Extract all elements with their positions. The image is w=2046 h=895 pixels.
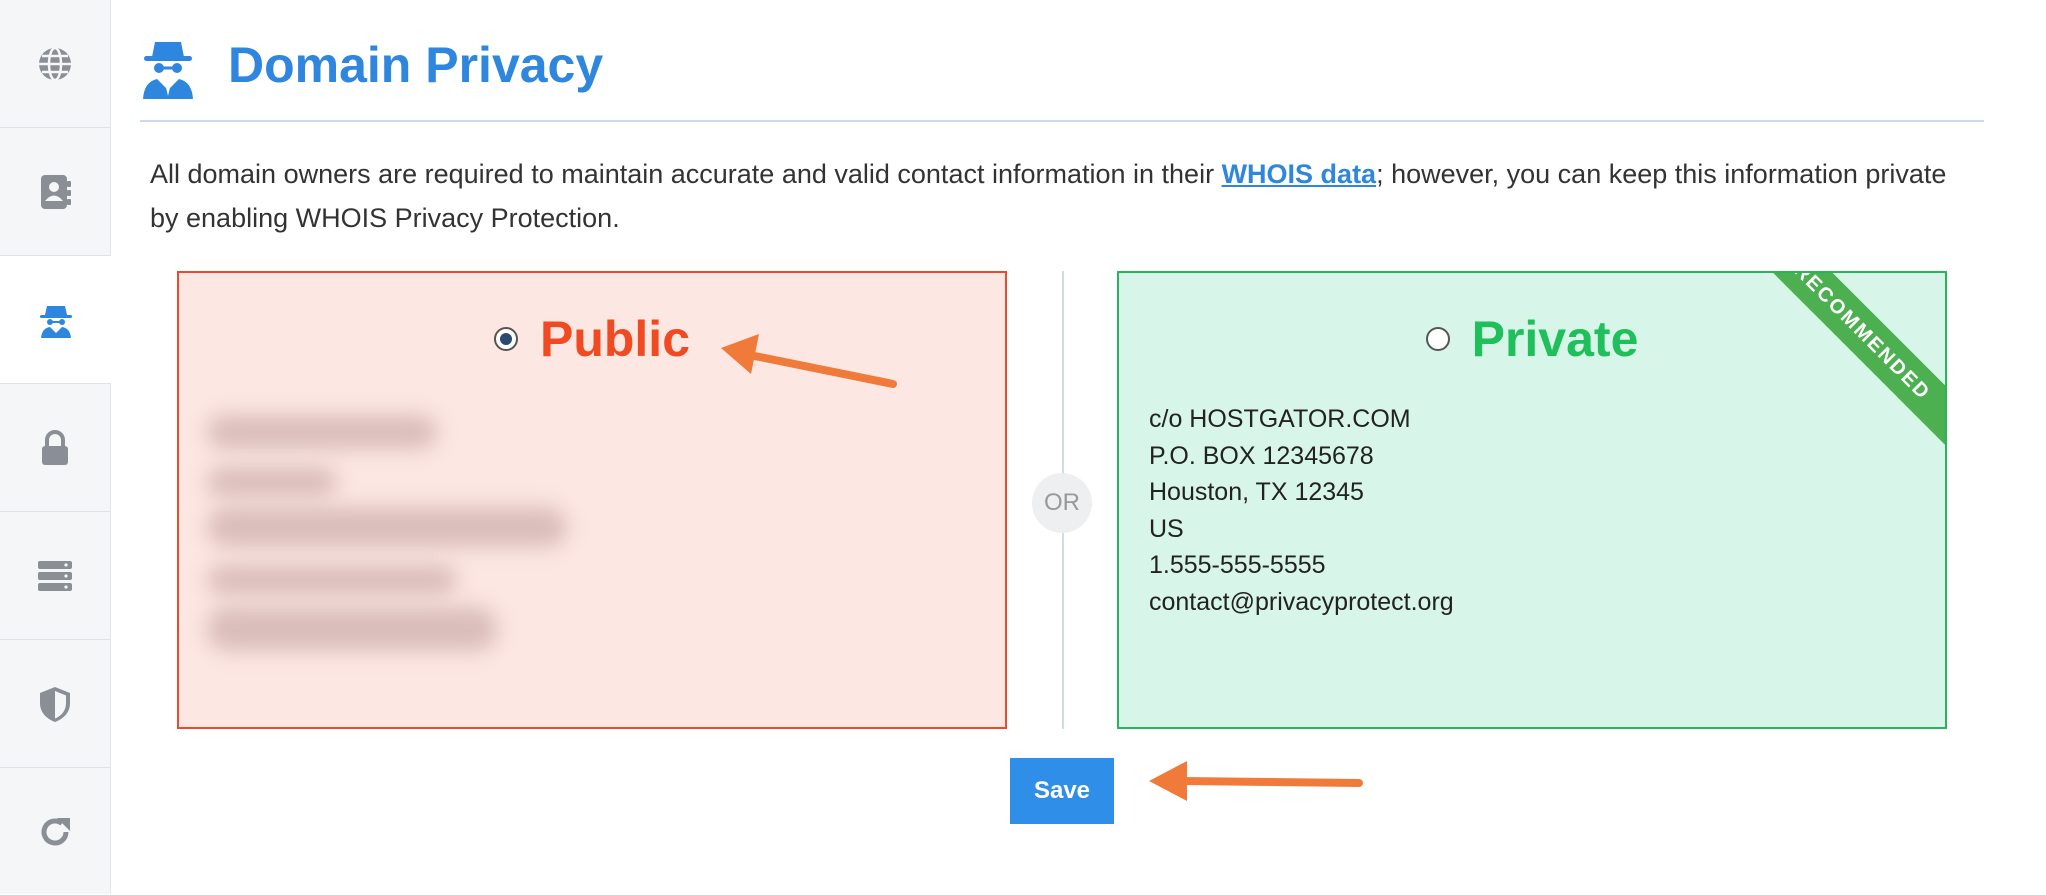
shield-icon xyxy=(40,686,70,722)
save-button[interactable]: Save xyxy=(1010,758,1114,824)
or-badge: OR xyxy=(1032,473,1092,533)
page-title: Domain Privacy xyxy=(228,37,604,93)
annotation-arrow-save xyxy=(1149,761,1363,801)
private-option-header: Private xyxy=(1119,309,1945,369)
server-icon xyxy=(38,560,72,591)
sidebar-item-domain-privacy[interactable] xyxy=(0,256,111,384)
public-contact-blurred xyxy=(207,407,567,659)
sidebar-item-renew[interactable] xyxy=(0,768,110,895)
contact-book-icon xyxy=(41,174,71,209)
public-option-label: Public xyxy=(539,311,691,367)
privacy-contact-address: c/o HOSTGATOR.COM P.O. BOX 12345678 Hous… xyxy=(1149,401,1454,620)
annotation-arrow-public xyxy=(721,334,897,388)
sidebar-item-domains[interactable] xyxy=(0,0,110,128)
public-radio[interactable] xyxy=(493,327,518,351)
private-option-label: Private xyxy=(1471,311,1639,367)
address-line: US xyxy=(1149,514,1184,543)
address-line: Houston, TX 12345 xyxy=(1149,478,1364,506)
incognito-spy-icon xyxy=(143,42,193,99)
whois-data-link[interactable]: WHOIS data xyxy=(1222,159,1377,189)
address-line: 1.555-555-5555 xyxy=(1149,551,1326,579)
intro-text: All domain owners are required to mainta… xyxy=(150,159,1947,233)
address-line: c/o HOSTGATOR.COM xyxy=(1149,405,1411,433)
incognito-spy-icon xyxy=(39,305,72,338)
sidebar-item-security-lock[interactable] xyxy=(0,384,110,512)
header-divider xyxy=(140,120,1984,122)
sidebar-item-dns[interactable] xyxy=(0,512,110,640)
sidebar-item-contacts[interactable] xyxy=(0,128,110,256)
sidebar-item-protection[interactable] xyxy=(0,640,110,768)
sidebar xyxy=(0,0,111,894)
address-line: P.O. BOX 12345678 xyxy=(1149,441,1374,470)
private-radio[interactable] xyxy=(1425,327,1450,351)
lock-icon xyxy=(42,429,68,465)
private-option-panel[interactable]: RECOMMENDED Private c/o HOSTGATOR.COM P.… xyxy=(1117,271,1947,729)
address-line: contact@privacyprotect.org xyxy=(1149,587,1454,616)
globe-icon xyxy=(39,46,71,81)
refresh-icon xyxy=(41,817,70,845)
